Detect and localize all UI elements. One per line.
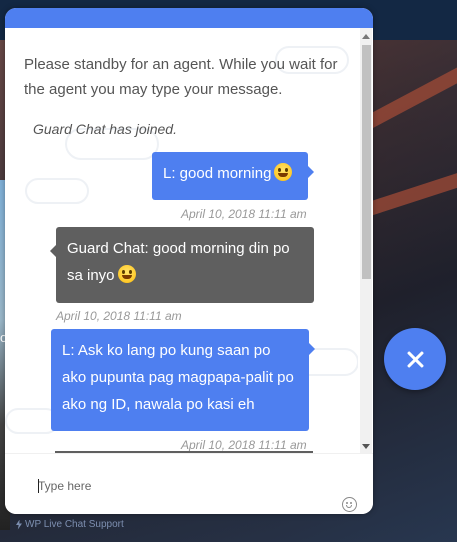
message-timestamp: April 10, 2018 11:11 am — [181, 207, 307, 221]
message-text: Guard Chat: good morning din po sa inyo — [67, 240, 290, 284]
chat-header[interactable] — [5, 8, 373, 28]
scroll-thumb[interactable] — [362, 45, 371, 279]
message-text: L: good morning — [163, 165, 272, 182]
message-timestamp: April 10, 2018 11:11 am — [181, 438, 307, 452]
cloud-decoration — [25, 178, 89, 204]
message-list[interactable]: Please standby for an agent. While you w… — [5, 28, 358, 453]
standby-message: Please standby for an agent. While you w… — [24, 56, 338, 98]
scroll-up-arrow-icon[interactable] — [362, 34, 370, 39]
smiling-face-icon — [117, 265, 136, 283]
message-compose-area — [5, 453, 373, 514]
grinning-face-icon — [274, 163, 293, 181]
powered-by-text: WP Live Chat Support — [25, 519, 124, 530]
agent-message: Guard Chat: good morning din po sa inyo — [50, 227, 314, 303]
agent-joined-notice: Guard Chat has joined. — [33, 121, 177, 137]
message-text: L: Ask ko lang po kung saan po ako pupun… — [62, 342, 294, 413]
message-timestamp: April 10, 2018 11:11 am — [56, 309, 182, 323]
chat-widget: Please standby for an agent. While you w… — [5, 8, 373, 514]
close-chat-button[interactable] — [384, 328, 446, 390]
scroll-down-arrow-icon[interactable] — [362, 444, 370, 449]
emoji-picker-icon[interactable] — [342, 497, 357, 512]
text-caret — [38, 479, 39, 493]
visitor-message: L: Ask ko lang po kung saan po ako pupun… — [51, 329, 315, 431]
message-input[interactable] — [38, 476, 328, 496]
powered-by-link[interactable]: WP Live Chat Support — [16, 519, 124, 530]
visitor-message: L: good morning — [152, 152, 314, 200]
message-scrollbar[interactable] — [360, 28, 372, 453]
bolt-icon — [16, 519, 22, 530]
